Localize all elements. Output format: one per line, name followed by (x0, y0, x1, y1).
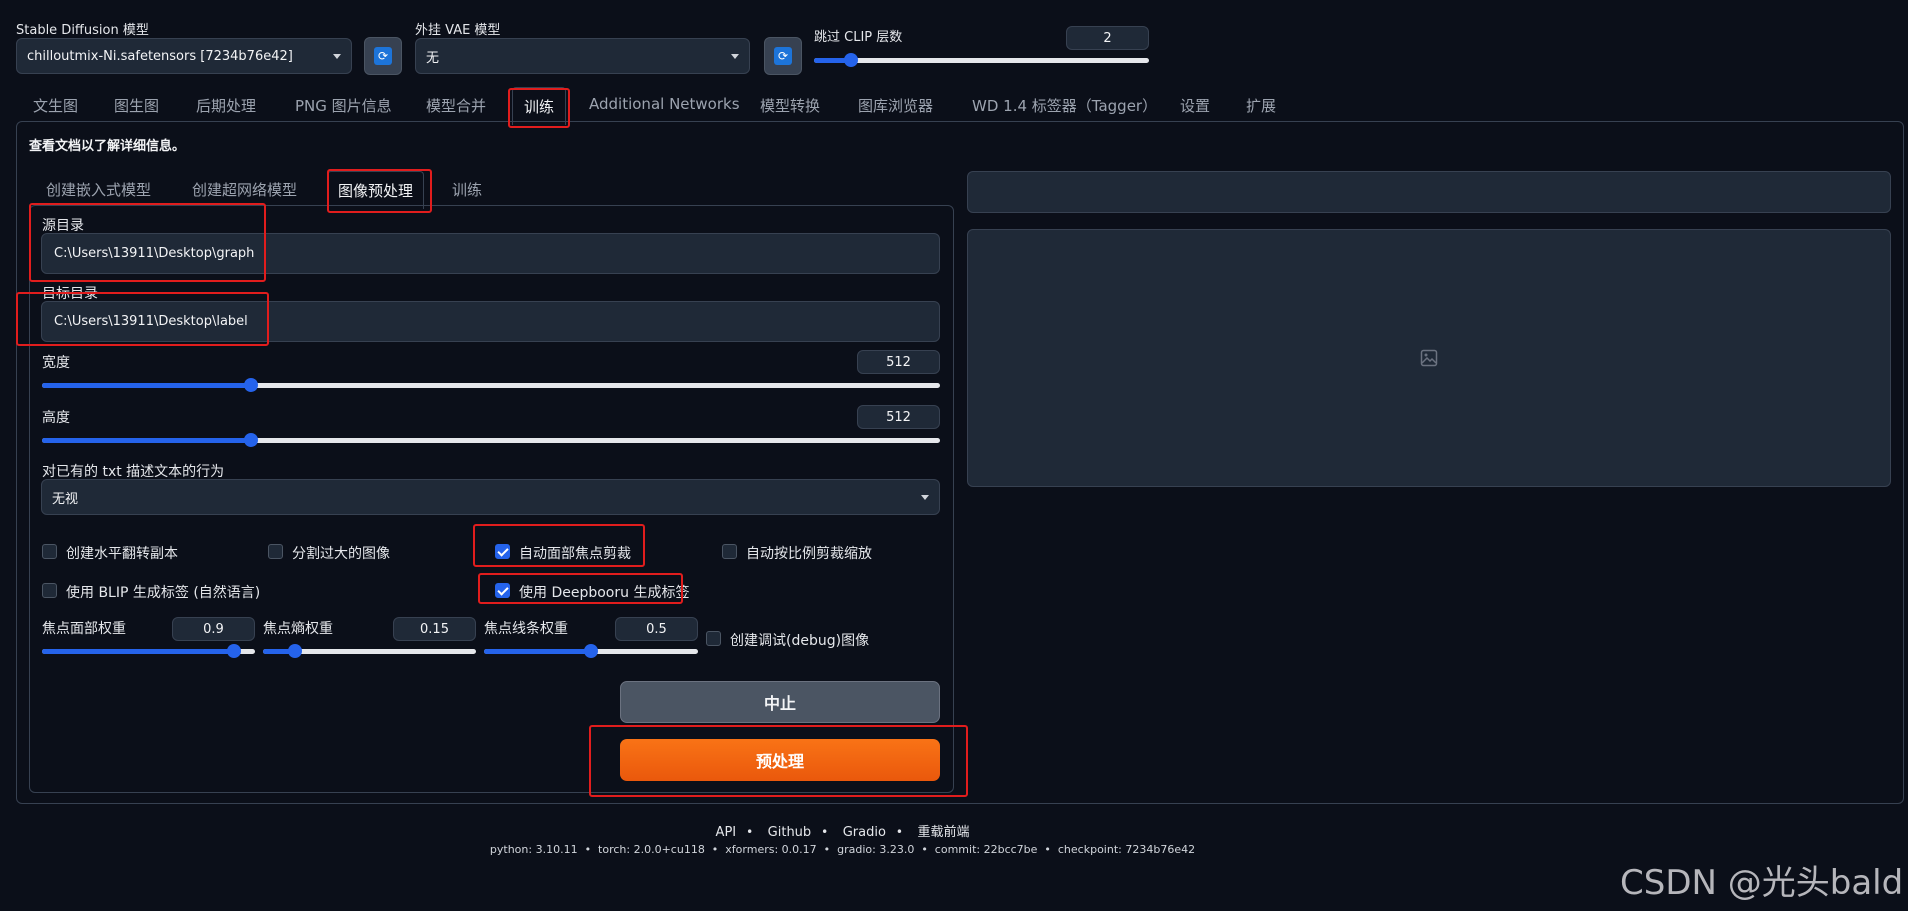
slider-thumb[interactable] (244, 433, 259, 447)
split-checkbox[interactable] (268, 544, 283, 559)
blip-checkbox-label: 使用 BLIP 生成标签 (自然语言) (66, 585, 261, 601)
debug-checkbox-label: 创建调试(debug)图像 (730, 633, 870, 649)
height-label: 高度 (42, 410, 70, 426)
split-checkbox-label: 分割过大的图像 (292, 546, 390, 562)
clip-skip-slider[interactable] (814, 50, 1149, 70)
flip-checkbox[interactable] (42, 544, 57, 559)
flip-checkbox-label: 创建水平翻转副本 (66, 546, 178, 562)
output-image-area (967, 229, 1891, 487)
height-slider[interactable] (42, 430, 940, 450)
image-placeholder-icon (1420, 349, 1438, 367)
auto-crop-checkbox[interactable] (722, 544, 737, 559)
height-input[interactable]: 512 (857, 405, 940, 429)
focal-edges-slider[interactable] (484, 641, 698, 661)
footer-link-gradio[interactable]: Gradio (843, 825, 886, 840)
refresh-icon: ⟳ (374, 47, 392, 65)
width-input[interactable]: 512 (857, 350, 940, 374)
tab-additional-networks[interactable]: Additional Networks (589, 95, 740, 113)
slider-thumb[interactable] (287, 644, 302, 658)
preprocess-button[interactable]: 预处理 (620, 739, 940, 781)
focal-face-label: 焦点面部权重 (42, 621, 126, 637)
deepbooru-checkbox[interactable] (495, 583, 510, 598)
clip-skip-input[interactable]: 2 (1066, 26, 1149, 50)
clip-skip-label: 跳过 CLIP 层数 (814, 30, 903, 45)
slider-thumb[interactable] (584, 644, 598, 658)
source-dir-label: 源目录 (42, 218, 84, 234)
tab-checkpoint-merger[interactable]: 模型合并 (426, 95, 486, 116)
target-dir-input[interactable]: C:\Users\13911\Desktop\label (41, 301, 940, 342)
subtab-train[interactable]: 训练 (452, 179, 482, 200)
focal-face-slider[interactable] (42, 641, 255, 661)
vae-model-refresh-button[interactable]: ⟳ (764, 37, 802, 75)
vae-model-label: 外挂 VAE 模型 (415, 23, 501, 38)
width-label: 宽度 (42, 355, 70, 371)
slider-thumb[interactable] (244, 378, 259, 392)
auto-crop-checkbox-label: 自动按比例剪裁缩放 (746, 546, 872, 562)
tab-txt2img[interactable]: 文生图 (33, 95, 78, 116)
sd-model-label: Stable Diffusion 模型 (16, 23, 149, 38)
footer-versions: python: 3.10.11 • torch: 2.0.0+cu118 • x… (489, 843, 1196, 856)
focal-face-input[interactable]: 0.9 (172, 617, 255, 641)
focal-entropy-slider[interactable] (263, 641, 476, 661)
sd-model-refresh-button[interactable]: ⟳ (364, 37, 402, 75)
source-dir-input[interactable]: C:\Users\13911\Desktop\graph (41, 233, 940, 274)
debug-checkbox[interactable] (706, 631, 721, 646)
deepbooru-checkbox-label: 使用 Deepbooru 生成标签 (519, 585, 690, 601)
face-crop-checkbox[interactable] (495, 544, 510, 559)
tab-png-info[interactable]: PNG 图片信息 (295, 95, 392, 116)
width-slider[interactable] (42, 375, 940, 395)
sd-model-value: chilloutmix-Ni.safetensors [7234b76e42] (27, 48, 293, 64)
target-dir-label: 目标目录 (42, 286, 98, 302)
face-crop-checkbox-label: 自动面部焦点剪裁 (519, 546, 631, 562)
footer-links: API • Github • Gradio • 重载前端 (715, 825, 970, 840)
slider-thumb[interactable] (843, 53, 858, 67)
focal-edges-label: 焦点线条权重 (484, 621, 568, 637)
info-text: 查看文档以了解详细信息。 (29, 139, 186, 154)
focal-entropy-input[interactable]: 0.15 (393, 617, 476, 641)
focal-edges-input[interactable]: 0.5 (615, 617, 698, 641)
vae-model-dropdown[interactable]: 无 (415, 38, 750, 74)
tab-model-converter[interactable]: 模型转换 (760, 95, 820, 116)
subtab-preprocess[interactable]: 图像预处理 (327, 171, 425, 209)
tab-settings[interactable]: 设置 (1180, 95, 1210, 116)
interrupt-button[interactable]: 中止 (620, 681, 940, 723)
txt-action-dropdown[interactable]: 无视 (41, 479, 940, 515)
vae-model-value: 无 (426, 50, 440, 66)
tab-train[interactable]: 训练 (512, 87, 567, 125)
subtab-create-hypernetwork[interactable]: 创建超网络模型 (192, 179, 297, 200)
chevron-down-icon (731, 53, 739, 59)
txt-action-label: 对已有的 txt 描述文本的行为 (42, 464, 225, 480)
watermark: CSDN @光头bald (1620, 863, 1904, 903)
chevron-down-icon (333, 53, 341, 59)
tab-img2img[interactable]: 图生图 (114, 95, 159, 116)
tab-extras[interactable]: 后期处理 (196, 95, 256, 116)
subtab-create-embedding[interactable]: 创建嵌入式模型 (46, 179, 151, 200)
refresh-icon: ⟳ (774, 47, 792, 65)
blip-checkbox[interactable] (42, 583, 57, 598)
txt-action-value: 无视 (52, 491, 79, 507)
chevron-down-icon (921, 494, 929, 500)
tab-image-browser[interactable]: 图库浏览器 (858, 95, 933, 116)
tab-extensions[interactable]: 扩展 (1246, 95, 1276, 116)
footer-link-reload-ui[interactable]: 重载前端 (917, 825, 969, 840)
footer-link-github[interactable]: Github (768, 825, 812, 840)
footer-link-api[interactable]: API (716, 825, 737, 840)
output-status-box (967, 171, 1891, 213)
tab-tagger[interactable]: WD 1.4 标签器（Tagger） (972, 95, 1157, 116)
focal-entropy-label: 焦点熵权重 (263, 621, 333, 637)
sd-model-dropdown[interactable]: chilloutmix-Ni.safetensors [7234b76e42] (16, 38, 352, 74)
slider-thumb[interactable] (226, 644, 241, 658)
